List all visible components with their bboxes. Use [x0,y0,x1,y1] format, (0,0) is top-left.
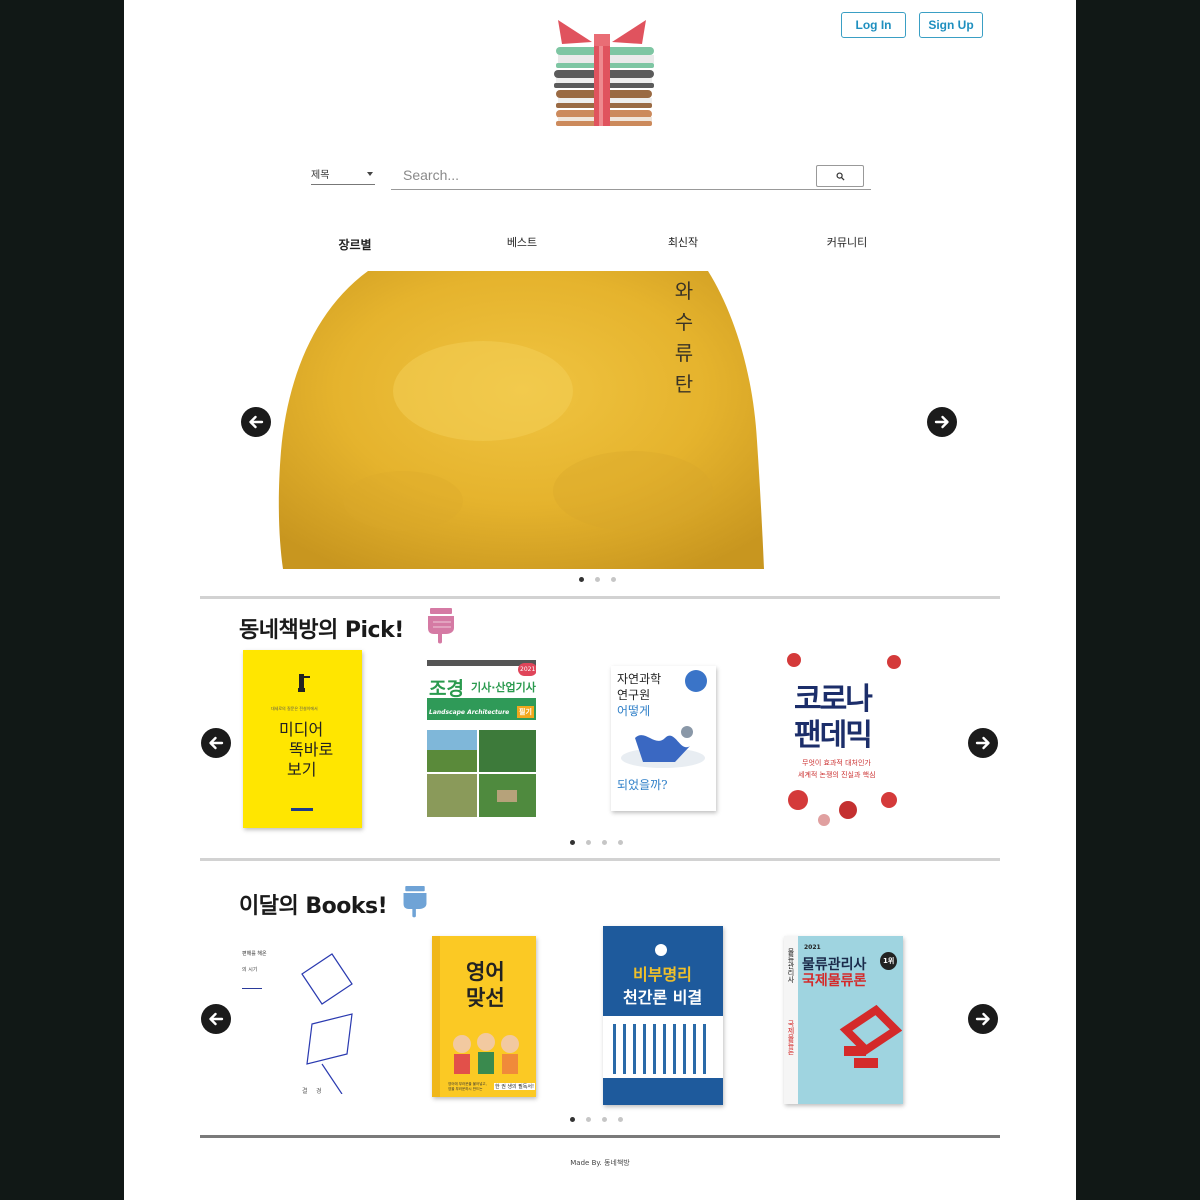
arrow-left-icon [209,736,224,750]
book-cover-subtitle: 무엇이 효과적 대처인가 [802,759,871,767]
book-cover-subtitle: 기사·산업기사 [471,681,536,694]
pagination-dot[interactable] [602,1117,607,1122]
login-button[interactable]: Log In [841,12,906,38]
book-spine-text: 물류관리사 [787,948,795,983]
book-cover-photos [427,730,536,817]
page: Log In Sign Up 제목 Search... 장르별 베스트 최신작 … [124,0,1076,1200]
arrow-right-icon [934,415,949,429]
search-icon [835,171,845,181]
search-filter-value: 제목 [311,170,330,181]
book-cover-subtitle: 세계적 논쟁의 진실과 핵심 [798,771,876,779]
book-year-label: 2021 [804,944,821,951]
book-cover-text: 한 권 생의 필독서! [494,1083,535,1090]
search-input[interactable] [391,160,871,190]
nav-community[interactable]: 커뮤니티 [827,234,867,250]
pagination-dot[interactable] [586,1117,591,1122]
chevron-down-icon [367,172,373,176]
book-cover-title: 비부명리 [633,965,692,984]
book-cover-title: 천간론 비결 [623,988,703,1007]
book-card[interactable]: 코로나 팬데믹 무엇이 효과적 대처인가 세계적 논쟁의 진실과 핵심 [784,650,903,828]
arrow-right-icon [975,736,990,750]
book-cover-english: Landscape Architecture [429,709,510,716]
monthly-pagination [570,1117,623,1122]
arrow-left-icon [209,1012,224,1026]
gift-books-logo[interactable] [544,16,660,128]
pagination-dot[interactable] [602,840,607,845]
book-cover-title: 맞선 [466,986,505,1010]
arrow-right-icon [975,1012,990,1026]
section-divider [200,596,1000,599]
pagination-dot[interactable] [595,577,600,582]
arrow-left-icon [249,415,264,429]
pick-next-button[interactable] [968,728,998,758]
badge-icon [685,670,707,692]
search-button[interactable] [816,165,864,187]
nav-genre[interactable]: 장르별 [338,236,371,253]
monthly-next-button[interactable] [968,1004,998,1034]
book-card[interactable]: 조경 기사·산업기사 2021 Landscape Architecture 필… [427,660,536,817]
book-sketch-illustration [301,953,353,1094]
book-cover-title: 되었을까? [617,778,668,792]
book-cover-title: 어떻게 [617,704,651,718]
signup-button[interactable]: Sign Up [919,12,983,38]
book-cover-badge: 필기 [517,706,534,718]
book-cover-text: 편해를 해온 [242,951,267,957]
pagination-dot[interactable] [618,1117,623,1122]
footer-credit: Made By. 동네책방 [570,1159,630,1167]
hero-slide[interactable] [253,271,843,569]
hero-cover-title: 와 수 류 탄 [674,279,694,396]
book-card[interactable]: 자연과학 연구원 어떻게 되었을까? [611,666,716,811]
book-cover-title: 국제물류론 [802,973,867,989]
book-people-illustration [453,1033,519,1074]
book-card[interactable]: 비부명리 천간론 비결 [603,926,723,1105]
book-emblem-icon [655,944,667,956]
book-cover-title: 연구원 [617,688,651,702]
book-box-illustration [839,1004,902,1068]
book-figure-illustration [298,674,310,692]
publisher-logo [291,808,313,811]
search-filter-select[interactable]: 제목 [311,166,375,185]
monthly-section-title: 이달의 Books! [239,894,388,919]
pagination-dot[interactable] [579,577,584,582]
book-spine-text: 국제물류론 [787,1020,795,1055]
pointing-hand-icon [428,608,454,644]
hero-pagination [579,577,616,582]
pick-pagination [570,840,623,845]
pagination-dot[interactable] [570,840,575,845]
book-card[interactable]: 대세로의 질문은 전설이에서 미디어 똑바로 보기 [243,650,362,828]
book-card[interactable]: 영어 맞선 영어에 부러운을 불어넣고, 영을 부러운하시 만드는 한 권 생의… [432,936,536,1097]
book-cover-title: 조경 [429,678,464,700]
book-card[interactable]: 편해를 해온 의 시기 결 경 [240,944,362,1100]
pagination-dot[interactable] [618,840,623,845]
pagination-dot[interactable] [611,577,616,582]
monthly-prev-button[interactable] [201,1004,231,1034]
book-lab-illustration [621,726,705,768]
pagination-dot[interactable] [586,840,591,845]
book-cover-text: 경 [316,1088,322,1095]
book-cover-small-text: 대세로의 질문은 전설이에서 [271,706,318,711]
nav-new[interactable]: 최신작 [668,234,698,250]
book-cover-title: 팬데믹 [794,718,873,753]
book-card[interactable]: 2021 물류관리사 국제물류론 1위 물류관리사 국제물류론 [784,936,903,1104]
section-divider [200,858,1000,861]
nav-best[interactable]: 베스트 [507,234,537,250]
pick-prev-button[interactable] [201,728,231,758]
book-cover-text: 의 시기 [242,967,258,973]
book-column-chart-text [613,1024,706,1074]
footer-divider [200,1135,1000,1138]
book-cover-text: 영을 부러운하시 만드는 [448,1087,483,1091]
book-badge: 1위 [880,952,898,970]
book-cover-title: 보기 [287,760,317,779]
book-year-badge: 2021 [518,663,536,676]
hero-prev-button[interactable] [241,407,271,437]
hero-next-button[interactable] [927,407,957,437]
hero-cover-image [278,271,764,569]
pointing-hand-icon [403,886,427,918]
pick-section-title: 동네책방의 Pick! [239,618,404,643]
book-cover-title: 자연과학 [617,672,662,686]
pagination-dot[interactable] [570,1117,575,1122]
book-cover-text: 결 [302,1088,308,1095]
